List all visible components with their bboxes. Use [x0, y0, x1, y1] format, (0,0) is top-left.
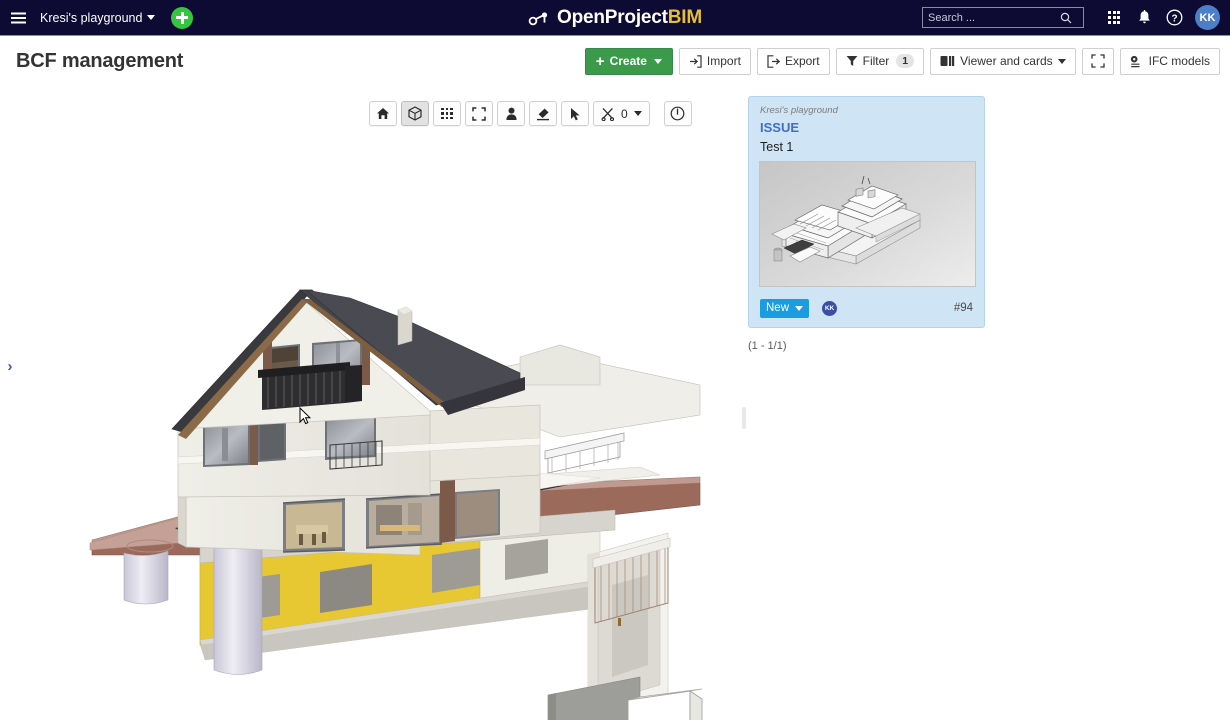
openproject-bim-logo[interactable]: OpenProjectBIM [528, 7, 702, 29]
chevron-down-icon [147, 15, 155, 20]
svg-text:?: ? [1171, 13, 1177, 24]
filter-count-badge: 1 [896, 54, 914, 68]
eraser-icon[interactable] [529, 101, 557, 126]
page-title: BCF management [16, 50, 183, 73]
viewer-toolbar: 0 [369, 101, 692, 126]
panel-splitter-handle[interactable] [742, 407, 746, 429]
user-avatar-initials: KK [1200, 12, 1216, 24]
hamburger-menu-icon[interactable] [0, 0, 36, 36]
viewer-layout-icon [940, 55, 955, 67]
modules-grid-icon[interactable] [1099, 0, 1129, 36]
card-work-package-id[interactable]: #94 [954, 302, 973, 314]
project-selector-label: Kresi's playground [40, 11, 142, 25]
viewer-and-cards-label: Viewer and cards [960, 54, 1053, 68]
section-plane-scissors-icon[interactable]: 0 [593, 101, 650, 126]
openproject-mark-icon [528, 10, 550, 26]
filter-icon [846, 55, 858, 67]
chevron-down-icon [654, 59, 662, 64]
chevron-down-icon [795, 306, 803, 311]
plus-icon: + [596, 54, 605, 69]
project-selector[interactable]: Kresi's playground [40, 11, 155, 25]
search-icon[interactable] [1060, 12, 1072, 24]
home-icon[interactable] [369, 101, 397, 126]
ifc-models-button[interactable]: IFC models [1120, 48, 1220, 75]
create-button-label: Create [610, 54, 647, 68]
mouse-cursor-pointer [299, 407, 311, 425]
grid-icon[interactable] [433, 101, 461, 126]
card-assignee-initials: KK [825, 305, 834, 312]
chevron-down-icon[interactable] [634, 111, 642, 116]
global-search[interactable] [922, 7, 1084, 28]
ifc-models-gear-icon [1130, 55, 1144, 68]
chevron-down-icon [1058, 59, 1066, 64]
toolbar-actions-group: + Create Import Export Filter 1 [585, 48, 1220, 75]
card-viewpoint-thumbnail[interactable] [759, 161, 976, 287]
viewer-and-cards-button[interactable]: Viewer and cards [930, 48, 1076, 75]
card-project-name: Kresi's playground [760, 105, 984, 116]
viewpoint-wireframe-preview [760, 162, 976, 287]
building-model-render: BACK [0, 85, 740, 720]
fullscreen-button[interactable] [1082, 48, 1114, 75]
status-badge-label: New [766, 302, 789, 314]
export-icon [767, 55, 780, 68]
cube-icon[interactable] [401, 101, 429, 126]
bcf-issue-card[interactable]: Kresi's playground ISSUE Test 1 [748, 96, 985, 328]
card-assignee-avatar[interactable]: KK [822, 301, 837, 316]
card-title[interactable]: Test 1 [760, 140, 984, 154]
card-type-label[interactable]: ISSUE [760, 120, 984, 135]
section-plane-count: 0 [621, 107, 628, 121]
create-button[interactable]: + Create [585, 48, 673, 75]
main-content-area: › [0, 85, 1230, 720]
top-bar-right-group: ? KK [922, 0, 1220, 36]
user-avatar[interactable]: KK [1195, 5, 1220, 30]
global-top-bar: Kresi's playground OpenProjectBIM [0, 0, 1230, 36]
search-input[interactable] [928, 12, 1060, 24]
import-button-label: Import [707, 54, 741, 68]
card-footer: New KK #94 [749, 289, 984, 327]
fit-to-view-icon[interactable] [465, 101, 493, 126]
export-button-label: Export [785, 54, 820, 68]
export-button[interactable]: Export [757, 48, 830, 75]
add-new-button[interactable] [171, 7, 193, 29]
notification-bell-icon[interactable] [1129, 0, 1159, 36]
logo-text: OpenProjectBIM [557, 7, 702, 29]
bcf-cards-panel: Kresi's playground ISSUE Test 1 [748, 85, 1230, 720]
status-badge[interactable]: New [760, 299, 809, 318]
measure-info-icon[interactable] [664, 101, 692, 126]
filter-button-label: Filter [863, 54, 890, 68]
ifc-models-label: IFC models [1149, 54, 1210, 68]
import-icon [689, 55, 702, 68]
filter-button[interactable]: Filter 1 [836, 48, 925, 75]
first-person-icon[interactable] [497, 101, 525, 126]
page-toolbar: BCF management + Create Import Export [0, 37, 1230, 85]
pagination-info: (1 - 1/1) [748, 340, 787, 352]
help-icon[interactable]: ? [1159, 0, 1189, 36]
ifc-3d-viewer[interactable]: BACK [0, 85, 740, 720]
import-button[interactable]: Import [679, 48, 751, 75]
select-cursor-icon[interactable] [561, 101, 589, 126]
fullscreen-icon [1091, 54, 1105, 68]
